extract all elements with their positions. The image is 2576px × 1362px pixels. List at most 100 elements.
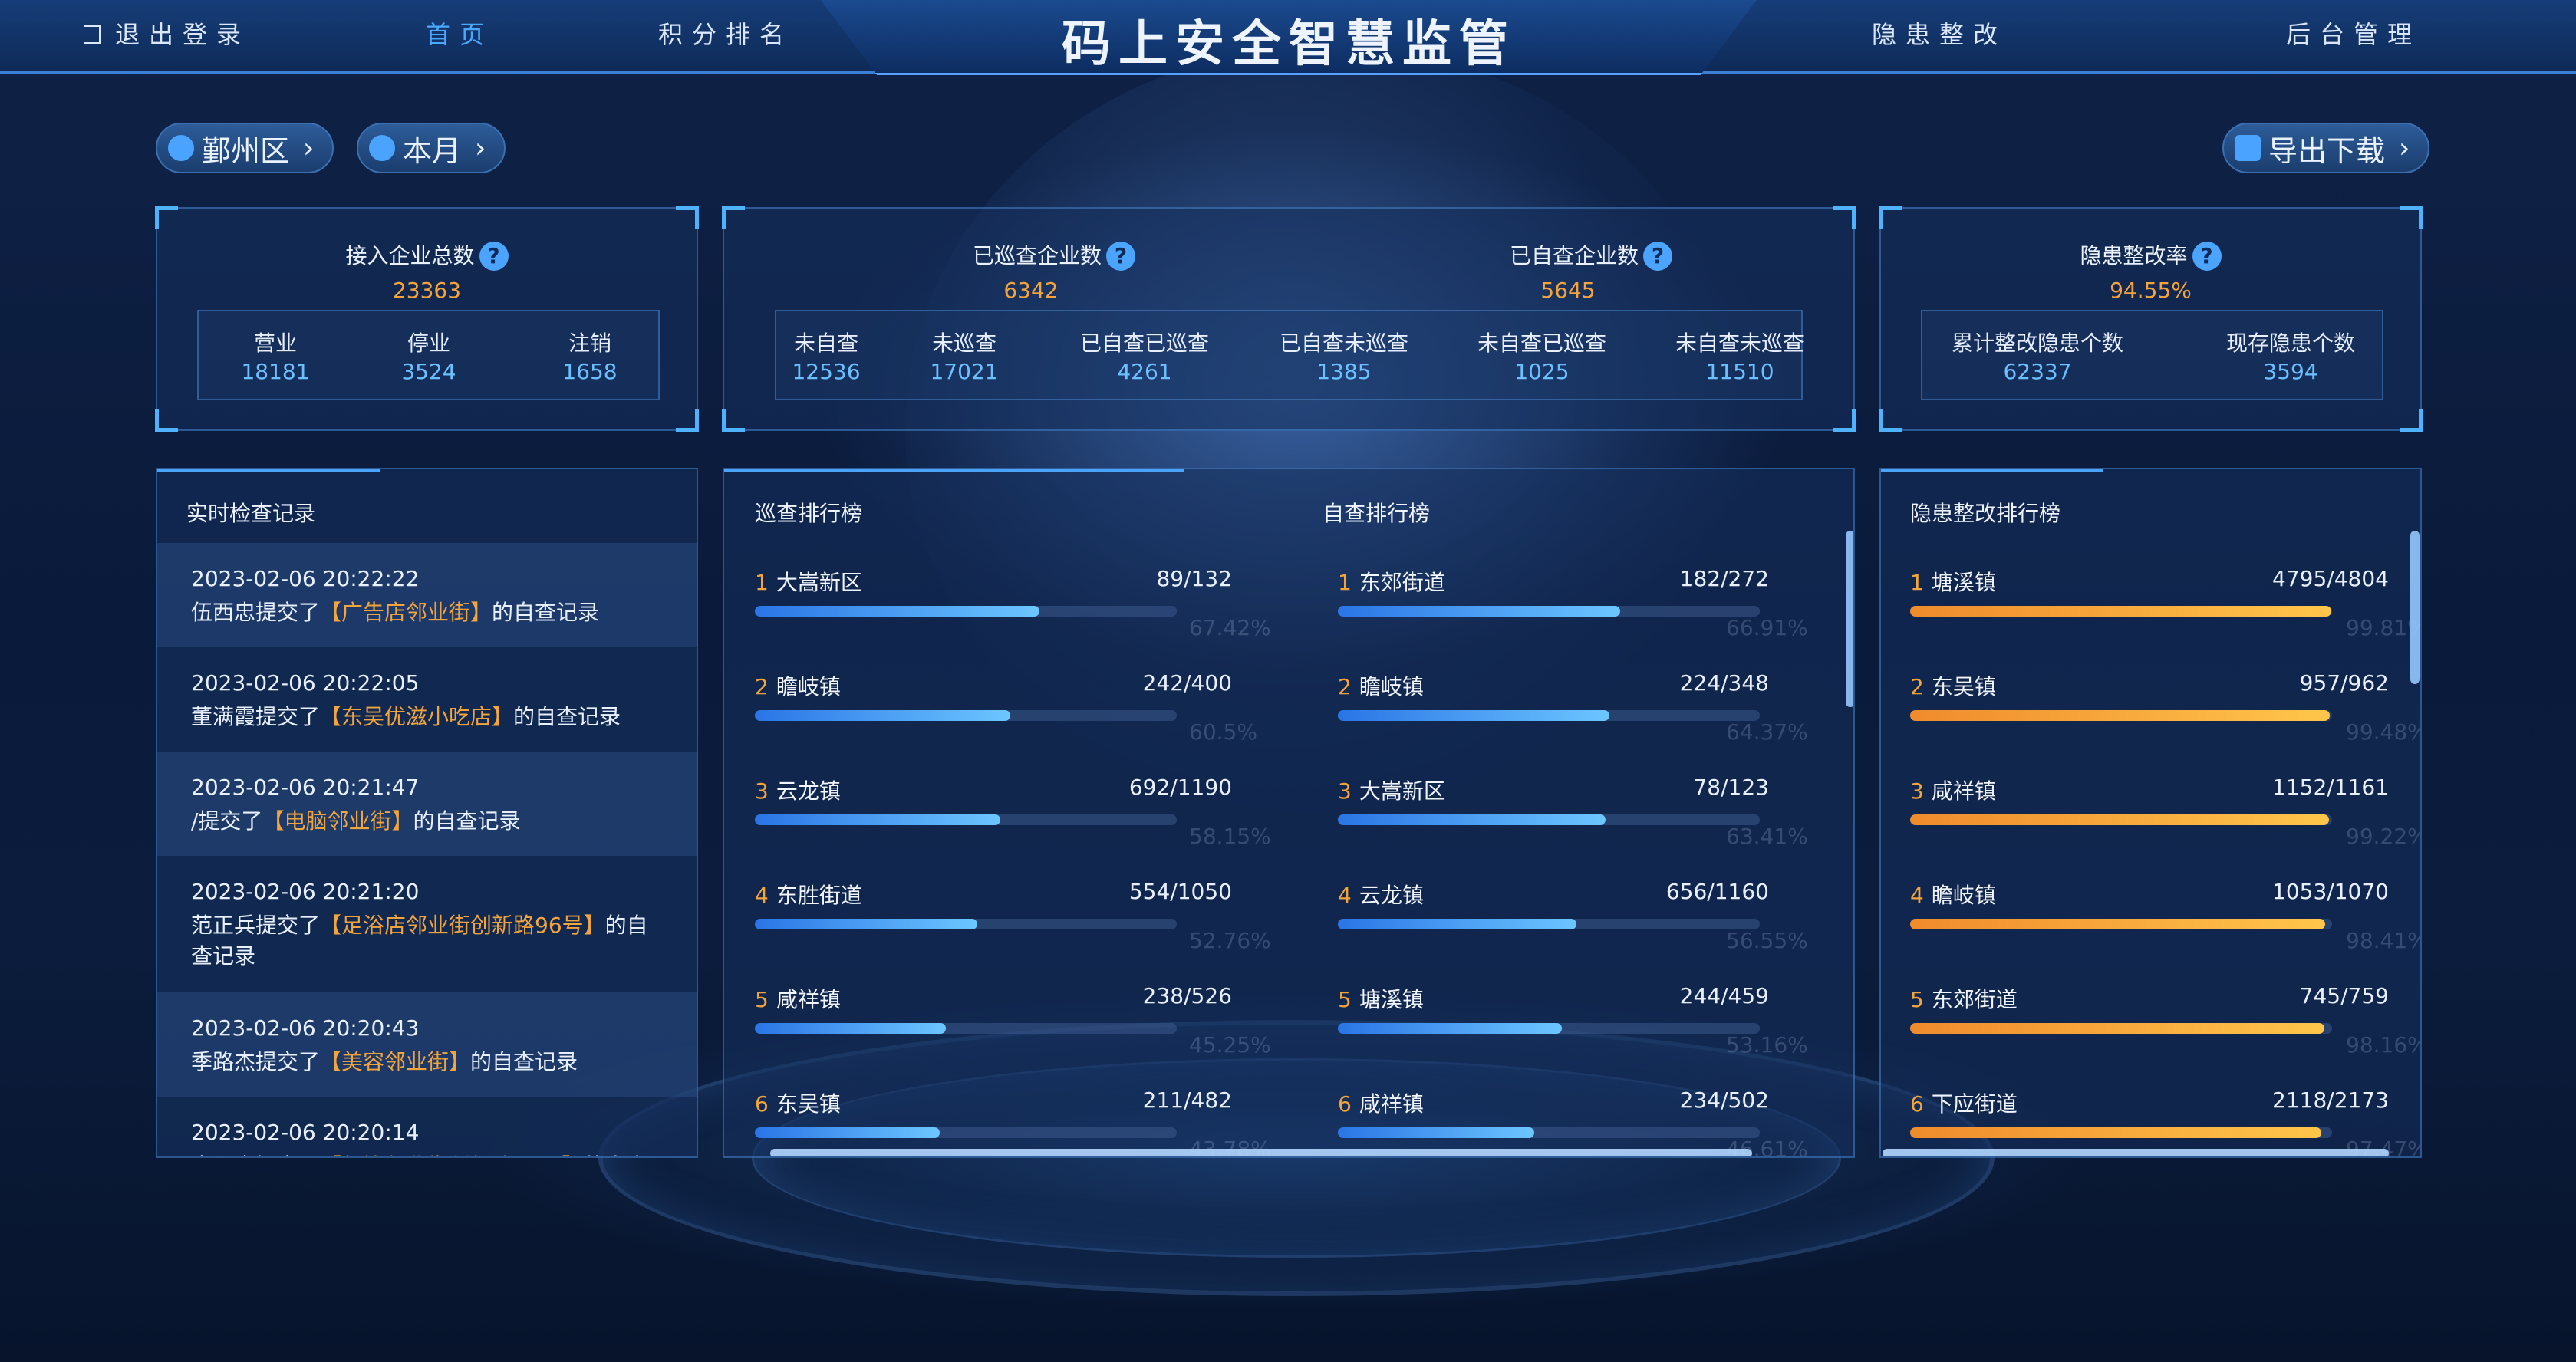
rank-number: 5 — [755, 987, 769, 1012]
record-user-action: 伍西忠提交了 — [191, 600, 321, 625]
hazard-rate-value: 94.55% — [2110, 278, 2192, 303]
nav-hazard-rectification[interactable]: 隐患整改 — [1872, 15, 2007, 51]
ranking-scrollbar[interactable] — [1846, 531, 1853, 707]
progress-fill — [1338, 919, 1576, 929]
ranking-horizontal-scrollbar[interactable] — [770, 1149, 1752, 1156]
rank-row: 3 咸祥镇 1152/1161 99.22% — [1910, 775, 2422, 867]
progress-fill — [1910, 606, 2331, 617]
rank-ratio: 78/123 — [1693, 775, 1769, 800]
rank-percentage: 52.76% — [1189, 928, 1271, 953]
record-time: 2023-02-06 20:20:14 — [191, 1120, 420, 1145]
progress-fill — [1910, 1023, 2324, 1034]
record-item[interactable]: 2023-02-06 20:20:43 季路杰提交了【美容邻业街】的自查记录 — [157, 992, 697, 1097]
record-shop-name[interactable]: 【电脑邻业街】 — [262, 808, 413, 834]
rank-area-name: 东郊街道 — [1359, 570, 1445, 595]
rank-percentage: 58.15% — [1189, 824, 1271, 849]
enterprise-stats-panel: 接入企业总数? 23363 营业 18181 停业 3524 注销 1658 — [155, 206, 699, 432]
record-item[interactable]: 2023-02-06 20:22:05 董满霞提交了【东吴优滋小吃店】的自查记录 — [157, 647, 697, 752]
hazard-rank-list: 1 塘溪镇 4795/4804 99.81% 2 东吴镇 957/962 99.48% 3 咸祥镇… — [1910, 566, 2422, 1156]
rank-ratio: 182/272 — [1679, 566, 1769, 591]
rank-ratio: 656/1160 — [1665, 879, 1769, 904]
records-list[interactable]: 2023-02-06 20:22:22 伍西忠提交了【广告店邻业街】的自查记录 20… — [157, 543, 697, 1156]
self-rank-title: 自查排行榜 — [1323, 501, 1431, 526]
progress-fill — [1910, 710, 2330, 721]
breakdown-label: 未巡查 — [931, 331, 996, 356]
inspection-stats-panel: 已巡查企业数? 6342 已自查企业数? 5645 未自查 12536 未巡查 … — [722, 206, 1856, 432]
nav-logout[interactable]: 退出登录 — [84, 15, 250, 51]
progress-fill — [1338, 1127, 1534, 1138]
hazard-scrollbar[interactable] — [2410, 531, 2420, 684]
nav-points-ranking[interactable]: 积分排名 — [658, 15, 793, 51]
record-shop-name[interactable]: 【餐饮邻业街创新路96号】 — [320, 1153, 584, 1156]
rank-row: 1 东郊街道 182/272 66.91% — [1338, 566, 1853, 658]
progress-fill — [755, 1127, 940, 1138]
panel-tab-decoration — [1881, 469, 2103, 492]
inspection-ranking-panel: 巡查排行榜 自查排行榜 1 大嵩新区 89/132 67.42% 2 瞻岐镇 242/400… — [723, 468, 1855, 1158]
rank-name: 4 瞻岐镇 — [1910, 879, 1996, 910]
progress-fill — [1910, 814, 2329, 825]
patrolled-label: 已巡查企业数 — [972, 243, 1102, 268]
help-icon[interactable]: ? — [479, 242, 509, 271]
record-shop-name[interactable]: 【广告店邻业街】 — [320, 600, 492, 625]
record-item[interactable]: 2023-02-06 20:21:47/提交了【电脑邻业街】的自查记录 — [157, 752, 697, 856]
record-item[interactable]: 2023-02-06 20:22:22 伍西忠提交了【广告店邻业街】的自查记录 — [157, 543, 697, 647]
patrolled-value: 6342 — [1003, 278, 1059, 303]
rank-percentage: 63.41% — [1726, 824, 1808, 849]
progress-track — [1910, 919, 2332, 929]
rank-number: 6 — [755, 1091, 769, 1117]
panel-tab-decoration — [157, 469, 380, 492]
progress-track — [1910, 606, 2332, 617]
breakdown-value: 4261 — [1117, 359, 1172, 384]
progress-track — [755, 1127, 1177, 1138]
rank-number: 6 — [1338, 1091, 1352, 1117]
help-icon[interactable]: ? — [2192, 242, 2222, 271]
district-filter[interactable]: 鄞州区 › — [156, 123, 334, 173]
record-shop-name[interactable]: 【东吴优滋小吃店】 — [320, 704, 513, 729]
inspection-breakdown-box: 未自查 12536 未巡查 17021 已自查已巡查 4261 已自查未巡查 1… — [775, 310, 1804, 400]
enterprise-total-label: 接入企业总数 — [345, 243, 475, 268]
progress-track — [755, 710, 1177, 721]
rank-percentage: 98.16% — [2346, 1032, 2422, 1058]
nav-admin[interactable]: 后台管理 — [2286, 15, 2421, 51]
rank-area-name: 大嵩新区 — [776, 570, 862, 595]
rank-number: 3 — [1338, 778, 1352, 804]
rank-name: 6 下应街道 — [1910, 1087, 2018, 1118]
rank-name: 1 大嵩新区 — [755, 566, 862, 597]
rank-row: 4 瞻岐镇 1053/1070 98.41% — [1910, 879, 2420, 971]
record-message: 伍西忠提交了【广告店邻业街】的自查记录 — [191, 597, 663, 628]
record-user-action: 季路杰提交了 — [191, 1049, 321, 1074]
progress-fill — [1338, 1023, 1562, 1034]
nav-home[interactable]: 首页 — [426, 15, 493, 51]
rank-name: 6 东吴镇 — [755, 1087, 841, 1118]
progress-fill — [1338, 814, 1606, 825]
help-icon[interactable]: ? — [1106, 242, 1135, 271]
progress-track — [1338, 710, 1760, 721]
rank-percentage: 99.22% — [2346, 824, 2422, 849]
hazard-rate-label: 隐患整改率 — [2080, 243, 2188, 268]
self-inspected-value: 5645 — [1540, 278, 1596, 303]
help-icon[interactable]: ? — [1643, 242, 1672, 271]
rank-area-name: 东郊街道 — [1931, 987, 2018, 1012]
rank-ratio: 244/459 — [1679, 983, 1769, 1008]
record-shop-name[interactable]: 【美容邻业街】 — [320, 1049, 470, 1074]
progress-track — [1338, 606, 1760, 617]
records-title: 实时检查记录 — [186, 501, 316, 526]
record-suffix: 的自查记录 — [413, 808, 521, 834]
export-button[interactable]: 导出下载 › — [2222, 123, 2430, 173]
period-filter[interactable]: 本月 › — [357, 123, 506, 173]
record-item[interactable]: 2023-02-06 20:20:14 卢利杰提交了【餐饮邻业街创新路96号】的自… — [157, 1097, 697, 1156]
record-item[interactable]: 2023-02-06 20:21:20 范正兵提交了【足浴店邻业街创新路96号】的… — [157, 856, 697, 992]
period-filter-label: 本月 — [403, 133, 462, 168]
hazard-breakdown-box: 累计整改隐患个数 62337 现存隐患个数 3594 — [1921, 310, 2383, 400]
rank-ratio: 1152/1161 — [2272, 775, 2389, 800]
rank-number: 5 — [1338, 987, 1352, 1012]
realtime-records-panel: 实时检查记录 2023-02-06 20:22:22 伍西忠提交了【广告店邻业街】… — [156, 468, 698, 1158]
record-shop-name[interactable]: 【足浴店邻业街创新路96号】 — [320, 913, 605, 938]
existing-hazard-label: 现存隐患个数 — [2225, 331, 2355, 356]
hazard-horizontal-scrollbar[interactable] — [1883, 1149, 2389, 1156]
chevron-right-icon: › — [2399, 132, 2410, 164]
rank-number: 1 — [1910, 570, 1924, 595]
rank-ratio: 2118/2173 — [2272, 1087, 2389, 1113]
logout-icon — [84, 25, 101, 44]
rank-name: 2 东吴镇 — [1910, 670, 1996, 701]
